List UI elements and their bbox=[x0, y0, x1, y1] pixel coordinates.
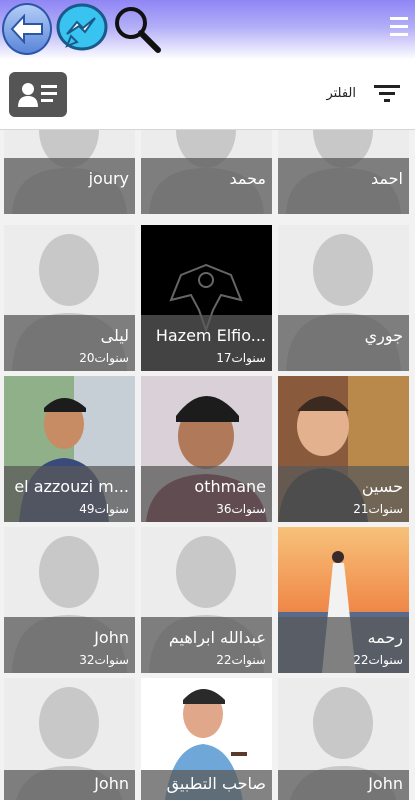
filter-label[interactable]: الفلتر bbox=[300, 86, 356, 101]
profile-name: John bbox=[94, 628, 129, 647]
profile-age: 17سنوات bbox=[216, 351, 266, 365]
profile-name: ليلى bbox=[100, 326, 129, 345]
hamburger-icon bbox=[390, 17, 408, 36]
back-arrow-icon bbox=[10, 14, 43, 44]
profile-name: Hazem Elfio... bbox=[155, 326, 266, 345]
search-button[interactable] bbox=[112, 4, 162, 54]
profile-card[interactable]: othmane 36سنوات bbox=[141, 376, 272, 522]
profile-age: 49سنوات bbox=[79, 502, 129, 516]
messenger-button[interactable] bbox=[55, 2, 109, 56]
profile-name: حسين bbox=[361, 477, 403, 496]
profile-age: 21سنوات bbox=[353, 502, 403, 516]
profile-card[interactable]: joury bbox=[4, 130, 135, 214]
profile-card[interactable]: John bbox=[278, 678, 409, 800]
profile-card[interactable]: ليلى 20سنوات bbox=[4, 225, 135, 371]
profile-card[interactable]: محمد bbox=[141, 130, 272, 214]
profile-name: رحمه bbox=[367, 628, 403, 647]
profile-name: John bbox=[94, 774, 129, 793]
back-button[interactable] bbox=[2, 3, 52, 55]
filter-bar: الفلتر bbox=[0, 60, 415, 130]
profile-card[interactable]: احمد bbox=[278, 130, 409, 214]
profile-name: محمد bbox=[229, 169, 266, 188]
profile-name: احمد bbox=[371, 169, 403, 188]
profile-name: othmane bbox=[194, 477, 266, 496]
profile-grid: احمد محمد joury جوري Hazem Elfio... 17سن… bbox=[0, 130, 415, 800]
profile-name: عبدالله ابراهيم bbox=[168, 628, 266, 647]
profile-age: 22سنوات bbox=[353, 653, 403, 667]
profile-age: 32سنوات bbox=[79, 653, 129, 667]
profile-name: جوري bbox=[364, 326, 403, 345]
profile-age: 20سنوات bbox=[79, 351, 129, 365]
messenger-icon bbox=[56, 3, 108, 51]
profile-card[interactable]: John 32سنوات bbox=[4, 527, 135, 673]
contact-card-button[interactable] bbox=[9, 72, 67, 117]
profile-name: John bbox=[368, 774, 403, 793]
profile-card[interactable]: عبدالله ابراهيم 22سنوات bbox=[141, 527, 272, 673]
contact-card-icon bbox=[18, 82, 57, 107]
profile-card[interactable]: حسين 21سنوات bbox=[278, 376, 409, 522]
profile-card[interactable]: el azzouzi m... 49سنوات bbox=[4, 376, 135, 522]
profile-name: joury bbox=[88, 169, 129, 188]
profile-card[interactable]: Hazem Elfio... 17سنوات bbox=[141, 225, 272, 371]
profile-age: 22سنوات bbox=[216, 653, 266, 667]
profile-card[interactable]: صاحب التطبيق bbox=[141, 678, 272, 800]
profile-card[interactable]: رحمه 22سنوات bbox=[278, 527, 409, 673]
profile-name: صاحب التطبيق bbox=[166, 774, 266, 793]
profile-card[interactable]: John bbox=[4, 678, 135, 800]
filter-icon[interactable] bbox=[372, 80, 402, 106]
profile-name: el azzouzi m... bbox=[14, 477, 129, 496]
menu-button[interactable] bbox=[388, 14, 410, 40]
profile-age: 36سنوات bbox=[216, 502, 266, 516]
profile-card[interactable]: جوري bbox=[278, 225, 409, 371]
top-bar bbox=[0, 0, 415, 60]
search-icon bbox=[115, 7, 161, 53]
